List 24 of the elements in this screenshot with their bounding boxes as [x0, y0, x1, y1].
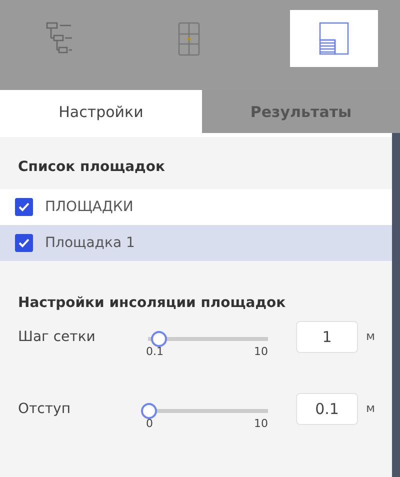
tab[interactable]: Настройки: [0, 90, 202, 133]
parameter-label: Отступ: [18, 401, 72, 417]
slider-thumb[interactable]: [150, 331, 167, 347]
section-title: Список площадок: [17, 159, 166, 177]
slider-thumb[interactable]: [141, 403, 158, 419]
check-icon: [18, 238, 30, 248]
site-list-item[interactable]: ПЛОЩАДКИ: [0, 189, 392, 225]
site-list-item[interactable]: Площадка 1: [0, 225, 392, 261]
slider-min-label: 0: [146, 417, 153, 430]
slider-max-label: 10: [254, 345, 268, 358]
site-name: ПЛОЩАДКИ: [45, 199, 134, 215]
site-name: Площадка 1: [45, 235, 135, 251]
layout-view-button[interactable]: [290, 10, 378, 67]
check-icon: [18, 202, 30, 212]
checkbox[interactable]: [15, 234, 33, 252]
value-input-field[interactable]: 0.1: [296, 393, 358, 425]
checkbox[interactable]: [15, 198, 33, 216]
parameter-label: Шаг сетки: [18, 329, 96, 345]
slider-min-label: 0.1: [146, 345, 164, 358]
unit-label: м: [366, 329, 376, 343]
unit-label: м: [366, 401, 376, 415]
slider-max-label: 10: [254, 417, 268, 430]
section-title: Настройки инсоляции площадок: [17, 294, 287, 313]
value-input-field[interactable]: 1: [296, 321, 358, 353]
